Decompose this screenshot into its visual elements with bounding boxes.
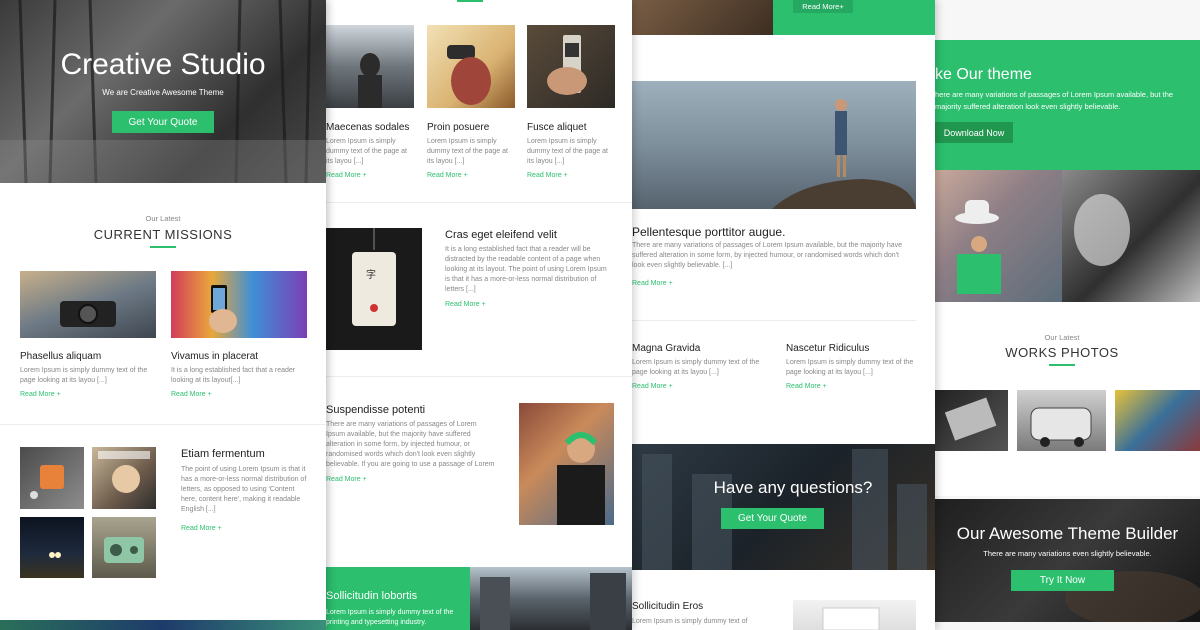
works-underline bbox=[1049, 364, 1075, 366]
missions-divider bbox=[0, 424, 326, 425]
article-image-lantern: 字 bbox=[326, 228, 422, 350]
template-preview-2: Maecenas sodales Lorem Ipsum is simply d… bbox=[326, 0, 632, 630]
article1-title: Cras eget eleifend velit bbox=[445, 229, 557, 241]
missions-eyebrow: Our Latest bbox=[145, 214, 181, 223]
bottom-image-frame bbox=[793, 600, 916, 630]
bottom-text: Lorem Ipsum is simply dummy text of bbox=[632, 618, 748, 625]
card-title-3: Fusce aliquet bbox=[527, 122, 587, 133]
get-quote-button[interactable]: Get Your Quote bbox=[112, 111, 214, 133]
questions-background bbox=[632, 444, 935, 570]
top-image-rock bbox=[632, 0, 773, 35]
card-read-more-3[interactable]: Read More + bbox=[527, 172, 568, 179]
cards-divider bbox=[326, 202, 632, 203]
template-preview-3: Read More+ Pellentesque porttitor augue.… bbox=[632, 0, 935, 630]
bottom-title: Sollicitudin Eros bbox=[632, 601, 704, 612]
card-text-3: Lorem Ipsum is simply dummy text of the … bbox=[527, 138, 608, 165]
post-divider bbox=[632, 320, 916, 321]
card-read-more-1[interactable]: Read More + bbox=[326, 172, 367, 179]
gallery-image-comic bbox=[92, 447, 156, 509]
mini-text-2: Lorem Ipsum is simply dummy text of the … bbox=[786, 359, 914, 376]
article1-text: It is a long established fact that a rea… bbox=[445, 246, 607, 293]
col2-banner-image-buildings bbox=[470, 567, 632, 630]
article-image-headphones bbox=[519, 403, 614, 525]
mini-read-more-1[interactable]: Read More + bbox=[632, 383, 673, 390]
card-text-2: Lorem Ipsum is simply dummy text of the … bbox=[427, 138, 508, 165]
article2-read-more[interactable]: Read More + bbox=[326, 476, 367, 483]
col4-banner-text: here are many variations of passages of … bbox=[935, 90, 1174, 111]
hero-tagline: We are Creative Awesome Theme bbox=[102, 88, 224, 97]
card-image-binoculars bbox=[427, 25, 515, 108]
top-read-more-button[interactable]: Read More+ bbox=[793, 0, 853, 13]
builder-title: Our Awesome Theme Builder bbox=[956, 524, 1179, 543]
works-image-hat bbox=[935, 170, 1062, 302]
works-eyebrow: Our Latest bbox=[1044, 333, 1080, 342]
card-image-street bbox=[326, 25, 414, 108]
post-image-lake bbox=[632, 81, 916, 209]
mission-text-1: Lorem Ipsum is simply dummy text of the … bbox=[20, 367, 148, 384]
mission-image-phone bbox=[171, 271, 307, 338]
questions-title: Have any questions? bbox=[713, 478, 873, 497]
works-title: WORKS PHOTOS bbox=[1005, 345, 1119, 360]
col4-banner-title: ke Our theme bbox=[935, 66, 1032, 83]
col2-banner-text: Lorem Ipsum is simply dummy text of the … bbox=[326, 609, 454, 626]
card-title-2: Proin posuere bbox=[427, 122, 490, 133]
feature-read-more[interactable]: Read More + bbox=[181, 525, 222, 532]
col2-banner-title: Sollicitudin lobortis bbox=[326, 590, 418, 602]
mini-read-more-2[interactable]: Read More + bbox=[786, 383, 827, 390]
mini-title-2: Nascetur Ridiculus bbox=[786, 343, 870, 354]
card-title-1: Maecenas sodales bbox=[326, 122, 410, 133]
missions-underline bbox=[150, 246, 176, 248]
post-read-more[interactable]: Read More + bbox=[632, 280, 673, 287]
mission-title-1: Phasellus aliquam bbox=[20, 351, 102, 362]
builder-text: There are many variations even slightly … bbox=[983, 549, 1152, 558]
works-thumb-van bbox=[1017, 390, 1106, 451]
try-it-now-button[interactable]: Try It Now bbox=[1011, 570, 1114, 591]
gallery-image-gadgets bbox=[20, 447, 84, 509]
card-text-1: Lorem Ipsum is simply dummy text of the … bbox=[326, 138, 407, 165]
download-now-button[interactable]: Download Now bbox=[935, 122, 1013, 143]
card-image-camera bbox=[527, 25, 615, 108]
article2-text: There are many variations of passages of… bbox=[326, 421, 495, 468]
card-read-more-2[interactable]: Read More + bbox=[427, 172, 468, 179]
top-underline bbox=[457, 0, 483, 2]
mission-title-2: Vivamus in placerat bbox=[171, 351, 259, 362]
mission-text-2: It is a long established fact that a rea… bbox=[171, 367, 296, 384]
bottom-strip-image bbox=[0, 620, 326, 630]
feature-title: Etiam fermentum bbox=[181, 448, 265, 460]
mission-read-more-2[interactable]: Read More + bbox=[171, 391, 212, 398]
works-image-portrait bbox=[1062, 170, 1200, 302]
article1-read-more[interactable]: Read More + bbox=[445, 301, 486, 308]
gallery-image-radio bbox=[92, 517, 156, 578]
mini-title-1: Magna Gravida bbox=[632, 343, 701, 354]
works-thumb-colorful bbox=[1115, 390, 1200, 451]
svg-text:字: 字 bbox=[366, 268, 376, 281]
gallery-image-road bbox=[20, 517, 84, 578]
template-preview-1: Creative Studio We are Creative Awesome … bbox=[0, 0, 326, 630]
feature-text: The point of using Lorem Ipsum is that i… bbox=[181, 466, 307, 513]
template-preview-4: ke Our theme here are many variations of… bbox=[935, 0, 1200, 630]
missions-title: CURRENT MISSIONS bbox=[93, 227, 233, 242]
questions-quote-button[interactable]: Get Your Quote bbox=[721, 508, 824, 529]
post-title: Pellentesque porttitor augue. bbox=[632, 225, 786, 239]
post-text: There are many variations of passages of… bbox=[632, 242, 903, 269]
mission-image-camera bbox=[20, 271, 156, 338]
mini-text-1: Lorem Ipsum is simply dummy text of the … bbox=[632, 359, 760, 376]
articles-divider bbox=[326, 376, 632, 377]
hero-title: Creative Studio bbox=[60, 48, 266, 81]
mission-read-more-1[interactable]: Read More + bbox=[20, 391, 61, 398]
works-thumb-laptop bbox=[935, 390, 1008, 451]
article2-title: Suspendisse potenti bbox=[326, 404, 426, 416]
builder-background bbox=[935, 499, 1200, 622]
